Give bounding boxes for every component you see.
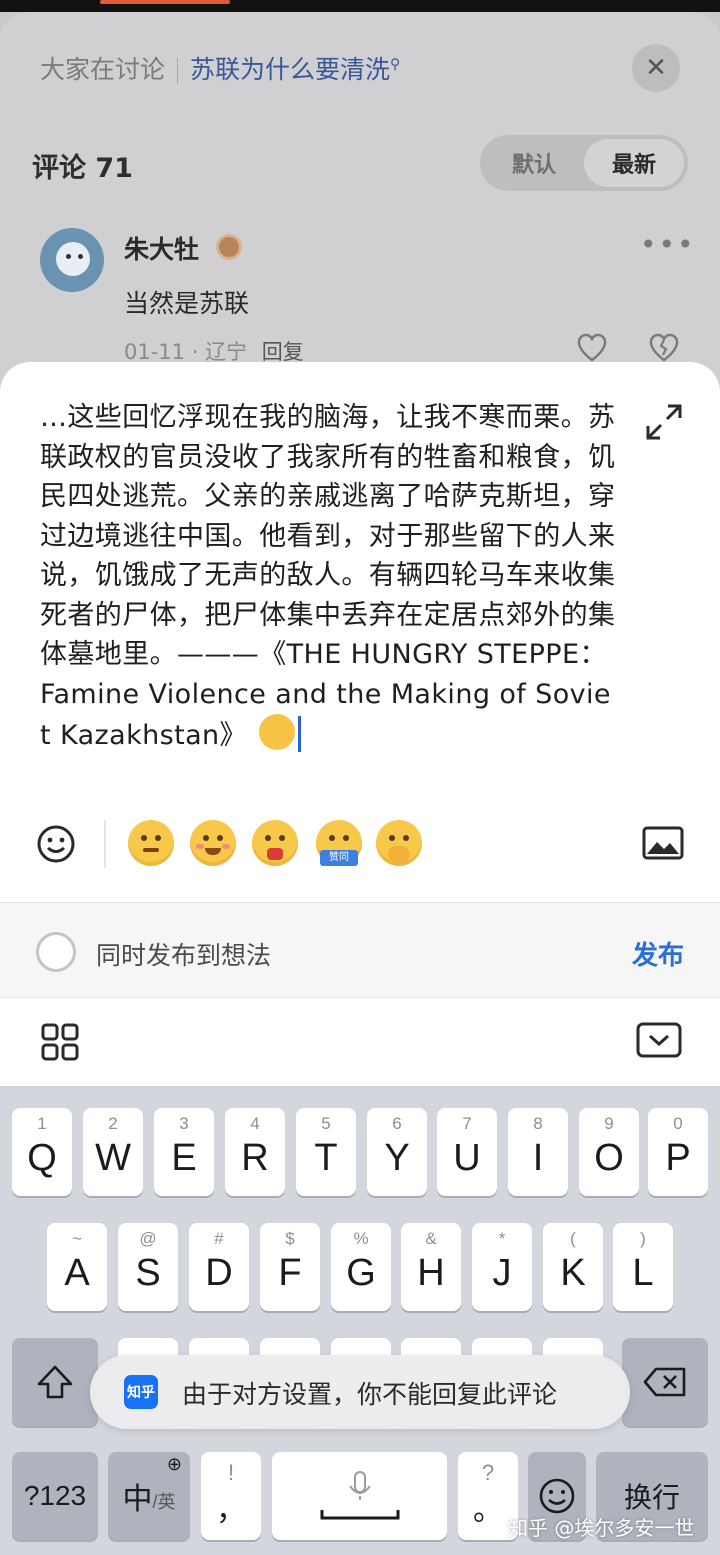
key-p[interactable]: 0P xyxy=(648,1108,708,1196)
comment-date: 01-11 xyxy=(124,340,186,364)
text-caret xyxy=(297,716,301,752)
cover-mouth-emoji-icon[interactable] xyxy=(376,820,422,866)
microphone-icon xyxy=(320,1471,399,1520)
comma-key[interactable]: !， xyxy=(201,1452,261,1540)
sort-latest-button[interactable]: 最新 xyxy=(584,139,684,187)
avatar-eye xyxy=(66,254,71,259)
key-w[interactable]: 2W xyxy=(83,1108,143,1196)
dislike-broken-heart-icon[interactable] xyxy=(648,332,680,364)
image-icon[interactable] xyxy=(642,826,684,860)
key-u[interactable]: 7U xyxy=(437,1108,497,1196)
backspace-key[interactable] xyxy=(622,1338,708,1426)
key-e[interactable]: 3E xyxy=(154,1108,214,1196)
keyboard-toolbar xyxy=(0,998,720,1086)
expand-icon[interactable] xyxy=(644,402,684,442)
sort-toggle[interactable]: 默认 最新 xyxy=(480,135,688,191)
cover-mouth-emoji-icon xyxy=(258,714,295,750)
watermark: 知乎 @埃尔多安一世 xyxy=(508,1516,695,1540)
smug-emoji-icon[interactable] xyxy=(128,820,174,866)
key-s[interactable]: @ S xyxy=(118,1223,178,1311)
symbols-key[interactable]: ?123 xyxy=(12,1452,98,1540)
emoji-panel-icon[interactable] xyxy=(36,824,76,864)
key-f[interactable]: $ F xyxy=(260,1223,320,1311)
comment-location: 辽宁 xyxy=(205,340,248,364)
divider xyxy=(104,820,106,868)
discuss-label: 大家在讨论 xyxy=(40,55,166,84)
key-j[interactable]: * J xyxy=(472,1223,532,1311)
shift-icon xyxy=(37,1365,73,1399)
comment-input-text[interactable]: …这些回忆浮现在我的脑海，让我不寒而栗。苏联政权的官员没收了我家所有的牲畜和粮食… xyxy=(40,402,615,751)
globe-icon: ⊕ xyxy=(166,1454,182,1474)
apps-grid-icon[interactable] xyxy=(40,1022,80,1062)
discussion-header: 大家在讨论 苏联为什么要清洗⚲ xyxy=(40,50,400,86)
key-h[interactable]: & H xyxy=(401,1223,461,1311)
backspace-icon xyxy=(643,1367,686,1397)
avatar[interactable] xyxy=(40,228,104,292)
key-g[interactable]: % G xyxy=(331,1223,391,1311)
language-switch-key[interactable]: ⊕ 中/英 xyxy=(108,1452,190,1540)
key-r[interactable]: 4R xyxy=(225,1108,285,1196)
publish-row: 同时发布到想法 发布 xyxy=(0,902,720,998)
publish-button[interactable]: 发布 xyxy=(632,935,684,972)
more-options-icon[interactable]: ••• xyxy=(640,228,696,261)
key-i[interactable]: 8I xyxy=(508,1108,568,1196)
sync-to-ideas-radio[interactable] xyxy=(36,932,76,972)
zhihu-logo: 知乎 xyxy=(124,1375,158,1409)
emoji-bar: 赞同 xyxy=(0,820,720,884)
topic-title[interactable]: 苏联为什么要清洗 xyxy=(190,55,390,84)
toast-notification: 知乎 由于对方设置，你不能回复此评论 xyxy=(90,1355,630,1429)
key-t[interactable]: 5T xyxy=(296,1108,356,1196)
avatar-face xyxy=(56,242,90,276)
key-a[interactable]: ~ A xyxy=(47,1223,107,1311)
key-o[interactable]: 9O xyxy=(579,1108,639,1196)
topic-link[interactable]: 苏联为什么要清洗⚲ xyxy=(190,55,400,84)
search-icon: ⚲ xyxy=(390,56,401,73)
comment-composer: …这些回忆浮现在我的脑海，让我不寒而栗。苏联政权的官员没收了我家所有的牲畜和粮食… xyxy=(0,362,720,902)
comment-author[interactable]: 朱大牡 xyxy=(124,230,199,266)
approve-emoji-icon[interactable]: 赞同 xyxy=(316,820,362,866)
avatar-eye xyxy=(78,254,83,259)
toast-message: 由于对方设置，你不能回复此评论 xyxy=(182,1380,558,1409)
comment-input[interactable]: …这些回忆浮现在我的脑海，让我不寒而栗。苏联政权的官员没收了我家所有的牲畜和粮食… xyxy=(40,398,616,756)
key-q[interactable]: 1Q xyxy=(12,1108,72,1196)
space-key[interactable] xyxy=(272,1452,447,1540)
hide-keyboard-icon[interactable] xyxy=(636,1022,682,1058)
smiley-icon xyxy=(539,1478,575,1514)
like-heart-icon[interactable] xyxy=(576,332,608,364)
blush-emoji-icon[interactable] xyxy=(190,820,236,866)
shift-key[interactable] xyxy=(12,1338,98,1426)
melon-emoji-icon[interactable] xyxy=(252,820,298,866)
verified-badge-icon xyxy=(216,234,242,260)
key-y[interactable]: 6Y xyxy=(367,1108,427,1196)
comment-count: 评论 71 xyxy=(32,153,133,184)
sync-to-ideas-label[interactable]: 同时发布到想法 xyxy=(96,936,271,972)
key-k[interactable]: (K xyxy=(543,1223,603,1311)
status-bar xyxy=(0,0,720,12)
divider xyxy=(177,58,179,84)
reply-button[interactable]: 回复 xyxy=(262,340,304,364)
key-d[interactable]: # D xyxy=(189,1223,249,1311)
comment-text: 当然是苏联 xyxy=(124,289,250,318)
close-button[interactable]: ✕ xyxy=(632,44,680,92)
key-l[interactable]: ) L xyxy=(613,1223,673,1311)
sort-default-button[interactable]: 默认 xyxy=(484,139,584,187)
status-indicator xyxy=(100,0,230,4)
close-icon: ✕ xyxy=(645,53,667,83)
